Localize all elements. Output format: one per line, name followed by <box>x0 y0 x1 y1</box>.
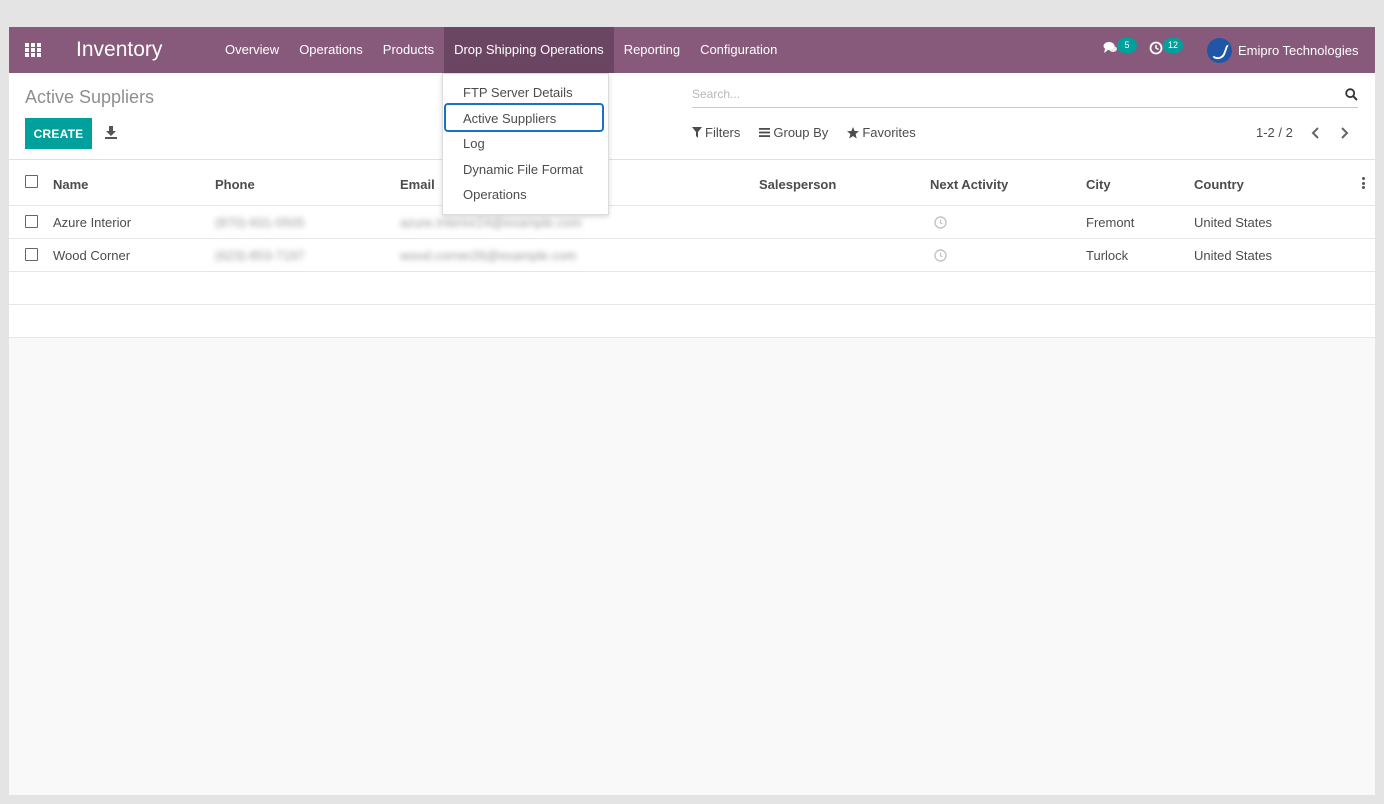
select-all-checkbox[interactable] <box>25 175 38 188</box>
column-header-name[interactable]: Name <box>53 160 88 207</box>
group-by-label: Group By <box>773 125 829 140</box>
star-icon <box>847 126 860 138</box>
search-options: Filters Group By Favorites <box>692 125 935 140</box>
activities-button[interactable]: 12 <box>1149 38 1183 57</box>
dropdown-item-dynamic-file-format[interactable]: Dynamic File Format <box>463 162 583 177</box>
optional-columns-icon[interactable] <box>1361 177 1365 189</box>
table-row[interactable]: Azure Interior (870)-931-0505 azure.Inte… <box>9 206 1375 239</box>
create-button[interactable]: CREATE <box>25 118 92 149</box>
suppliers-list-table: Name Phone Email Salesperson Next Activi… <box>9 160 1375 338</box>
filters-button[interactable]: Filters <box>692 125 740 140</box>
activity-clock-icon[interactable] <box>934 248 947 262</box>
column-header-phone[interactable]: Phone <box>215 160 255 207</box>
search-bar <box>692 83 1358 108</box>
table-header-row: Name Phone Email Salesperson Next Activi… <box>9 160 1375 206</box>
company-logo-avatar <box>1207 37 1232 63</box>
menu-overview[interactable]: Overview <box>215 27 289 73</box>
column-header-next-activity[interactable]: Next Activity <box>930 160 1008 207</box>
dropdown-item-active-suppliers[interactable]: Active Suppliers <box>463 111 556 126</box>
column-header-country[interactable]: Country <box>1194 160 1244 207</box>
apps-menu-icon[interactable] <box>25 43 41 57</box>
drop-shipping-operations-dropdown: FTP Server Details Active Suppliers Log … <box>442 73 609 215</box>
empty-row <box>9 305 1375 338</box>
user-name: Emipro Technologies <box>1238 42 1359 58</box>
download-icon[interactable] <box>105 126 117 139</box>
chevron-right-icon[interactable] <box>1338 126 1350 140</box>
filters-label: Filters <box>705 125 741 140</box>
control-panel: Active Suppliers CREATE Filters Group By <box>9 73 1375 160</box>
dropdown-item-log[interactable]: Log <box>463 136 485 151</box>
cell-city: Fremont <box>1086 214 1135 230</box>
app-title[interactable]: Inventory <box>76 38 162 62</box>
messages-button[interactable]: 5 <box>1103 38 1137 57</box>
filter-icon <box>692 127 702 138</box>
activity-clock-icon[interactable] <box>934 215 947 229</box>
menu-reporting[interactable]: Reporting <box>614 27 690 73</box>
cell-country: United States <box>1194 214 1273 230</box>
menu-operations[interactable]: Operations <box>289 27 373 73</box>
search-input[interactable] <box>692 83 1332 105</box>
chat-icon <box>1103 42 1117 53</box>
search-icon[interactable] <box>1345 88 1358 101</box>
row-checkbox[interactable] <box>25 215 38 228</box>
cell-next-activity[interactable] <box>934 206 947 238</box>
cell-next-activity[interactable] <box>934 239 947 271</box>
top-navbar: Inventory Overview Operations Products D… <box>9 27 1375 73</box>
breadcrumb-page-title: Active Suppliers <box>25 87 155 107</box>
cell-phone: (870)-931-0505 <box>215 214 305 230</box>
messages-count-badge: 5 <box>1117 38 1137 53</box>
app-window: Inventory Overview Operations Products D… <box>9 27 1375 795</box>
cell-email: wood.corner26@example.com <box>400 247 577 263</box>
bars-icon <box>759 128 771 137</box>
cell-country: United States <box>1194 247 1273 263</box>
chevron-left-icon[interactable] <box>1310 126 1322 140</box>
menu-products[interactable]: Products <box>373 27 444 73</box>
column-header-salesperson[interactable]: Salesperson <box>759 160 836 207</box>
menu-drop-shipping-operations[interactable]: Drop Shipping Operations <box>444 27 614 73</box>
clock-icon <box>1149 41 1163 55</box>
pager-value[interactable]: 1-2 / 2 <box>1256 125 1293 140</box>
column-header-city[interactable]: City <box>1086 160 1111 207</box>
dropdown-item-operations[interactable]: Operations <box>463 187 527 202</box>
column-header-email[interactable]: Email <box>400 160 435 207</box>
cell-name: Wood Corner <box>53 247 131 263</box>
group-by-button[interactable]: Group By <box>759 125 828 140</box>
favorites-label: Favorites <box>862 125 916 140</box>
user-menu[interactable]: Emipro Technologies <box>1207 37 1358 63</box>
favorites-button[interactable]: Favorites <box>847 125 916 140</box>
empty-row <box>9 272 1375 305</box>
main-menu: Overview Operations Products Drop Shippi… <box>215 27 787 73</box>
menu-configuration[interactable]: Configuration <box>690 27 787 73</box>
table-row[interactable]: Wood Corner (623)-853-7197 wood.corner26… <box>9 239 1375 272</box>
row-checkbox[interactable] <box>25 248 38 261</box>
dropdown-item-ftp-server-details[interactable]: FTP Server Details <box>463 85 573 100</box>
cell-city: Turlock <box>1086 247 1129 263</box>
cell-phone: (623)-853-7197 <box>215 247 305 263</box>
cell-name: Azure Interior <box>53 214 132 230</box>
activities-count-badge: 12 <box>1163 38 1183 53</box>
